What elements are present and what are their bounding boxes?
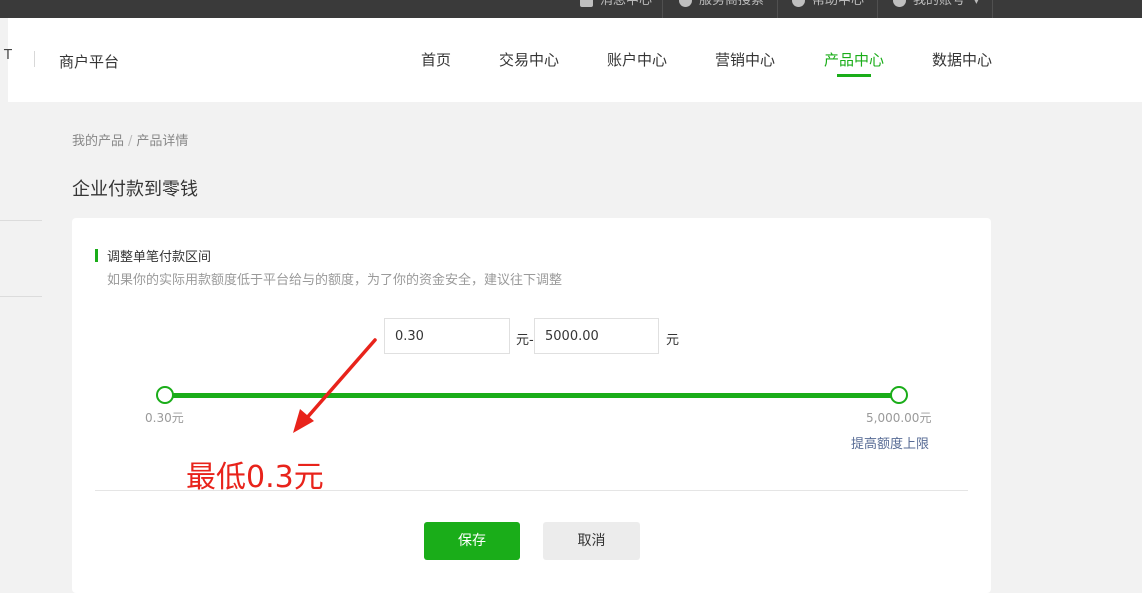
- annotation-text: 最低0.3元: [186, 460, 324, 495]
- annotation-arrow: [293, 338, 377, 433]
